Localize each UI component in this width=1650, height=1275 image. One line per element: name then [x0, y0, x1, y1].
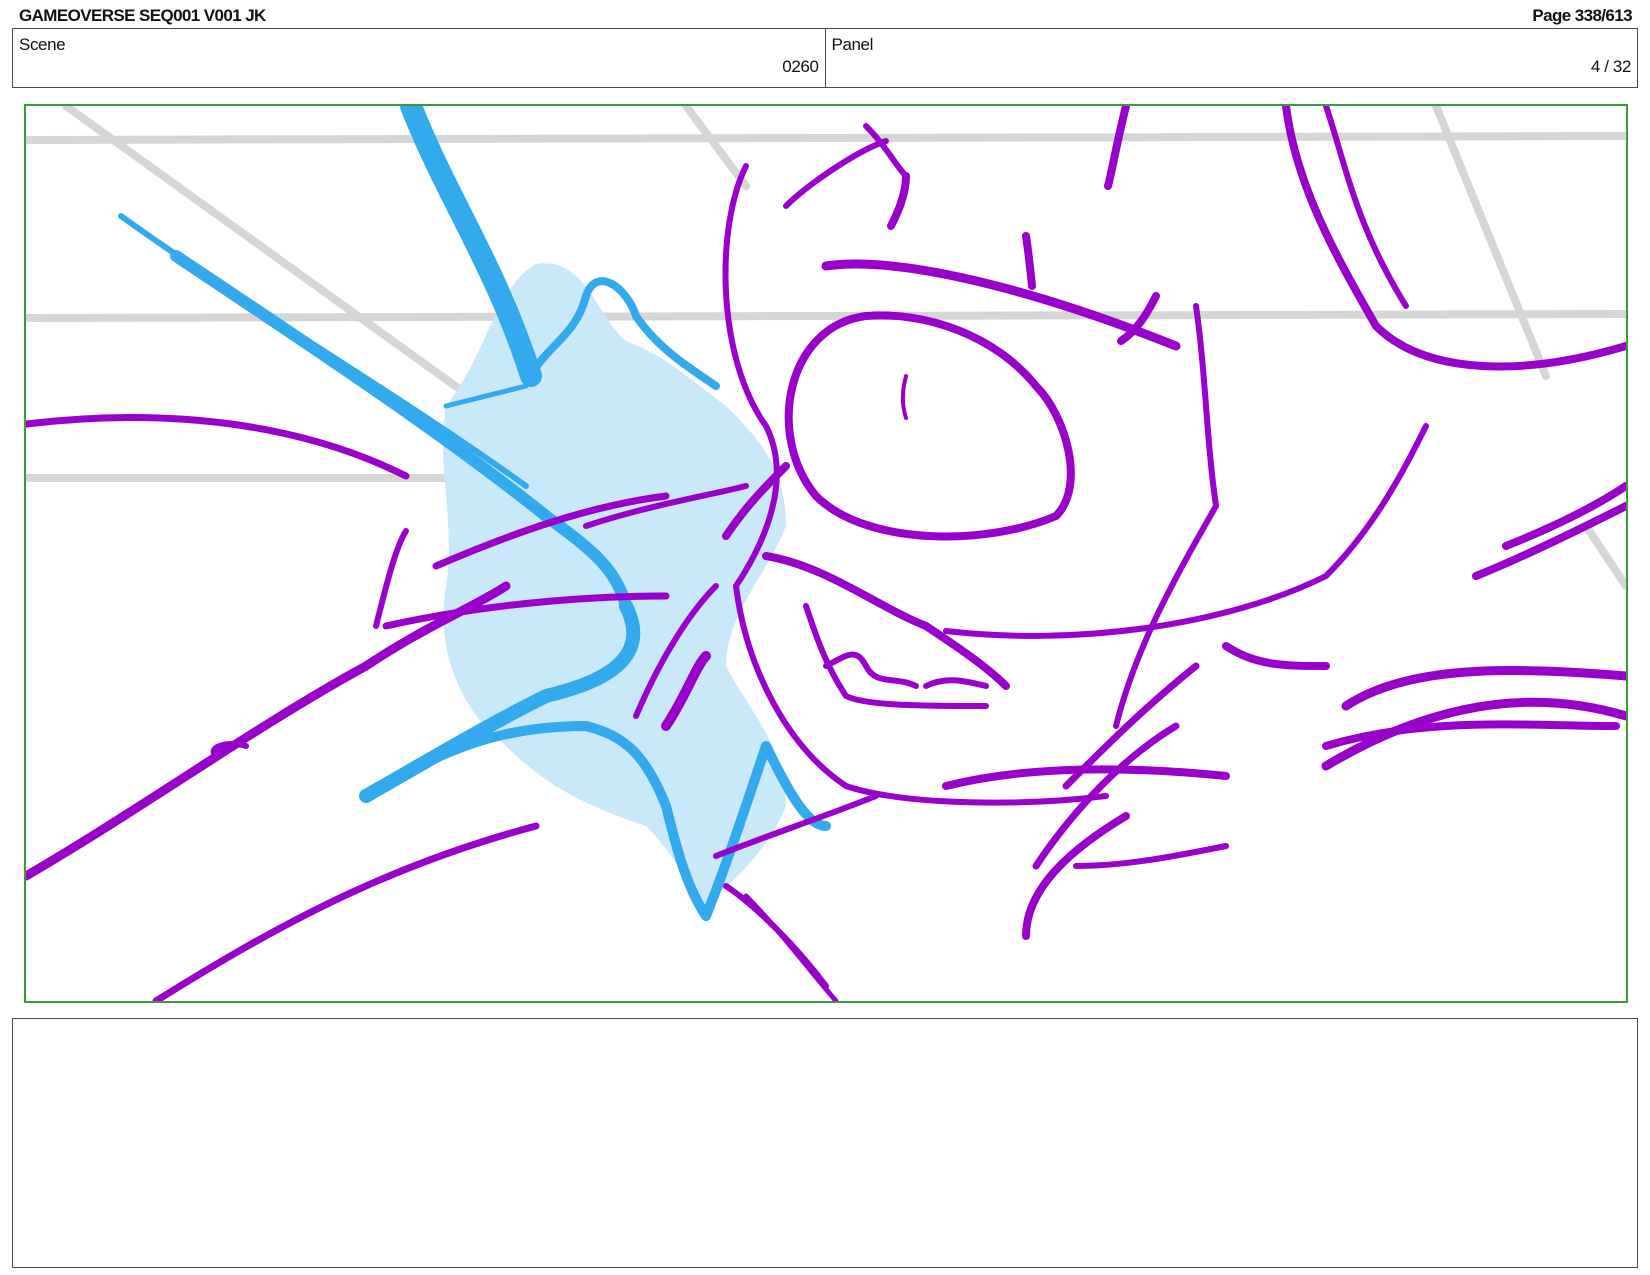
eye-outline [784, 311, 1075, 541]
scene-panel-info: Scene 0260 Panel 4 / 32 [12, 28, 1638, 88]
motion-line-3 [152, 822, 540, 1001]
perspective-guides [26, 106, 1626, 590]
page-number: Page 338/613 [1532, 6, 1632, 25]
motion-line-1 [26, 414, 410, 480]
panel-label: Panel [831, 35, 874, 54]
storyboard-sketch [26, 106, 1626, 1001]
panel-number: 4 / 32 [1590, 57, 1632, 76]
character-sketch [26, 106, 1626, 1001]
motion-line-2 [26, 581, 511, 881]
scene-number: 0260 [782, 57, 819, 76]
scene-label: Scene [19, 35, 66, 54]
panel-cell: Panel 4 / 32 [824, 29, 1638, 87]
eye-pupil [901, 374, 908, 420]
mouth [762, 552, 1010, 690]
scene-cell: Scene 0260 [13, 29, 825, 87]
panel-notes-box [12, 1018, 1638, 1268]
document-title: GAMEOVERSE SEQ001 V001 JK [19, 6, 266, 25]
storyboard-panel [24, 104, 1628, 1003]
